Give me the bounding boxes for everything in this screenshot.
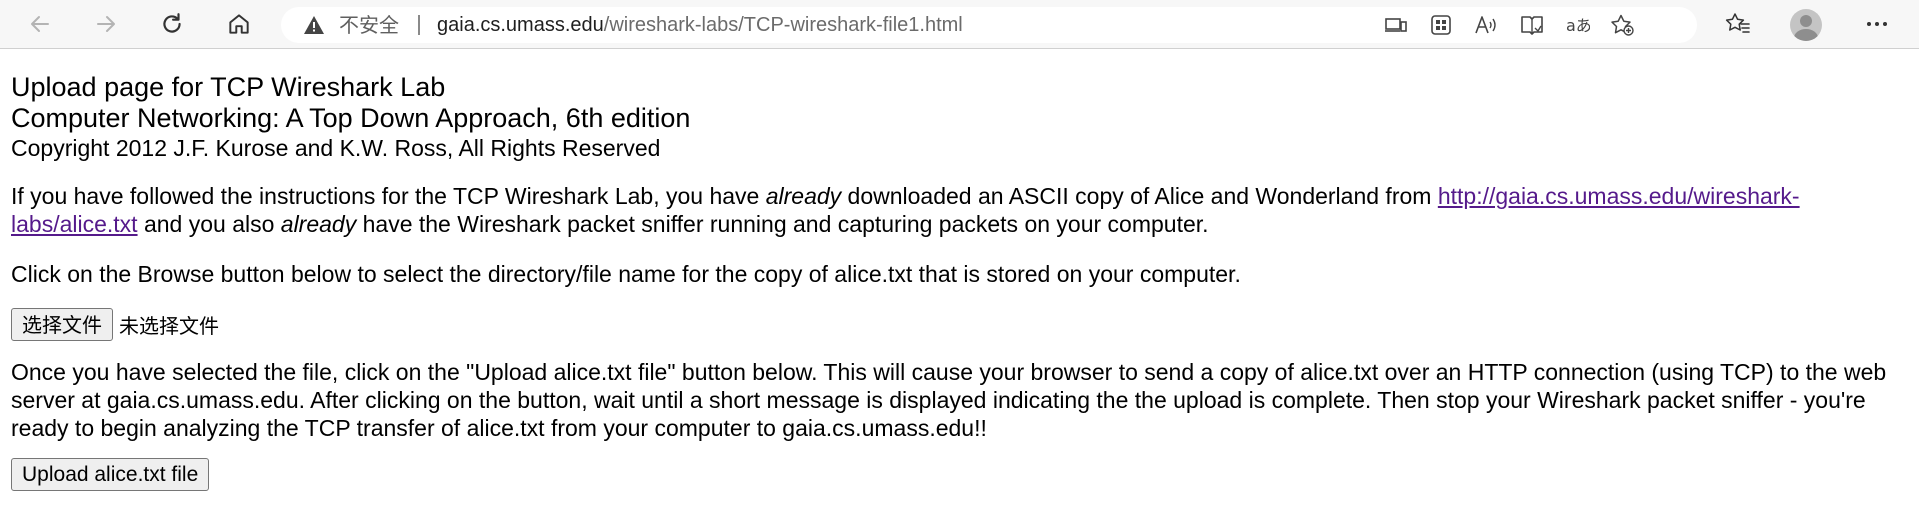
para1-text1: If you have followed the instructions fo… [11,183,766,209]
browse-instructions: Click on the Browse button below to sele… [11,261,1241,287]
para1-text2: downloaded an ASCII copy of Alice and Wo… [841,183,1438,209]
url-host: gaia.cs.umass.edu [437,14,604,36]
page-content: Upload page for TCP Wireshark Lab Comput… [11,72,1906,491]
url-text[interactable]: gaia.cs.umass.edu/wireshark-labs/TCP-wir… [437,14,963,36]
upload-instructions: Once you have selected the file, click o… [11,359,1887,441]
para1-emphasis1: already [765,183,842,209]
favorites-icon[interactable] [1720,6,1756,42]
page-title: Upload page for TCP Wireshark Lab [11,72,446,102]
cast-device-icon[interactable] [1383,13,1409,37]
file-input[interactable]: 选择文件 未选择文件 [11,308,1906,341]
instructions-paragraph: If you have followed the instructions fo… [11,182,1906,238]
more-menu-icon[interactable] [1859,6,1895,42]
choose-file-button[interactable]: 选择文件 [11,308,113,341]
back-arrow-icon[interactable] [22,6,58,42]
security-label[interactable]: 不安全 [339,15,399,35]
profile-icon[interactable] [1790,9,1822,41]
warning-icon[interactable] [303,15,325,40]
copyright-notice: Copyright 2012 J.F. Kurose and K.W. Ross… [11,135,661,161]
upload-button[interactable]: Upload alice.txt file [11,458,210,491]
apps-icon[interactable] [1428,13,1454,37]
address-separator [418,15,420,35]
para1-emphasis2: already [280,211,357,237]
favorite-add-icon[interactable] [1609,13,1635,37]
url-path: /wireshark-labs/TCP-wireshark-file1.html [603,14,963,36]
translate-icon[interactable]: aあ [1565,13,1591,37]
para1-text3: and you also [137,211,281,237]
svg-text:aあ: aあ [1566,16,1590,35]
upload-row: Upload alice.txt file [11,458,1906,491]
browser-toolbar: 不安全 gaia.cs.umass.edu/wireshark-labs/TCP… [0,0,1919,49]
home-icon[interactable] [221,6,257,42]
file-status: 未选择文件 [119,314,219,338]
profile-head [1800,15,1812,27]
page-subtitle: Computer Networking: A Top Down Approach… [11,103,691,133]
forward-arrow-icon[interactable] [88,6,124,42]
refresh-icon[interactable] [154,6,190,42]
profile-torso [1794,29,1818,41]
immersive-reader-icon[interactable] [1519,13,1545,37]
read-aloud-icon[interactable] [1473,13,1499,37]
para1-text4: have the Wireshark packet sniffer runnin… [356,211,1209,237]
address-bar[interactable]: 不安全 gaia.cs.umass.edu/wireshark-labs/TCP… [281,7,1697,43]
